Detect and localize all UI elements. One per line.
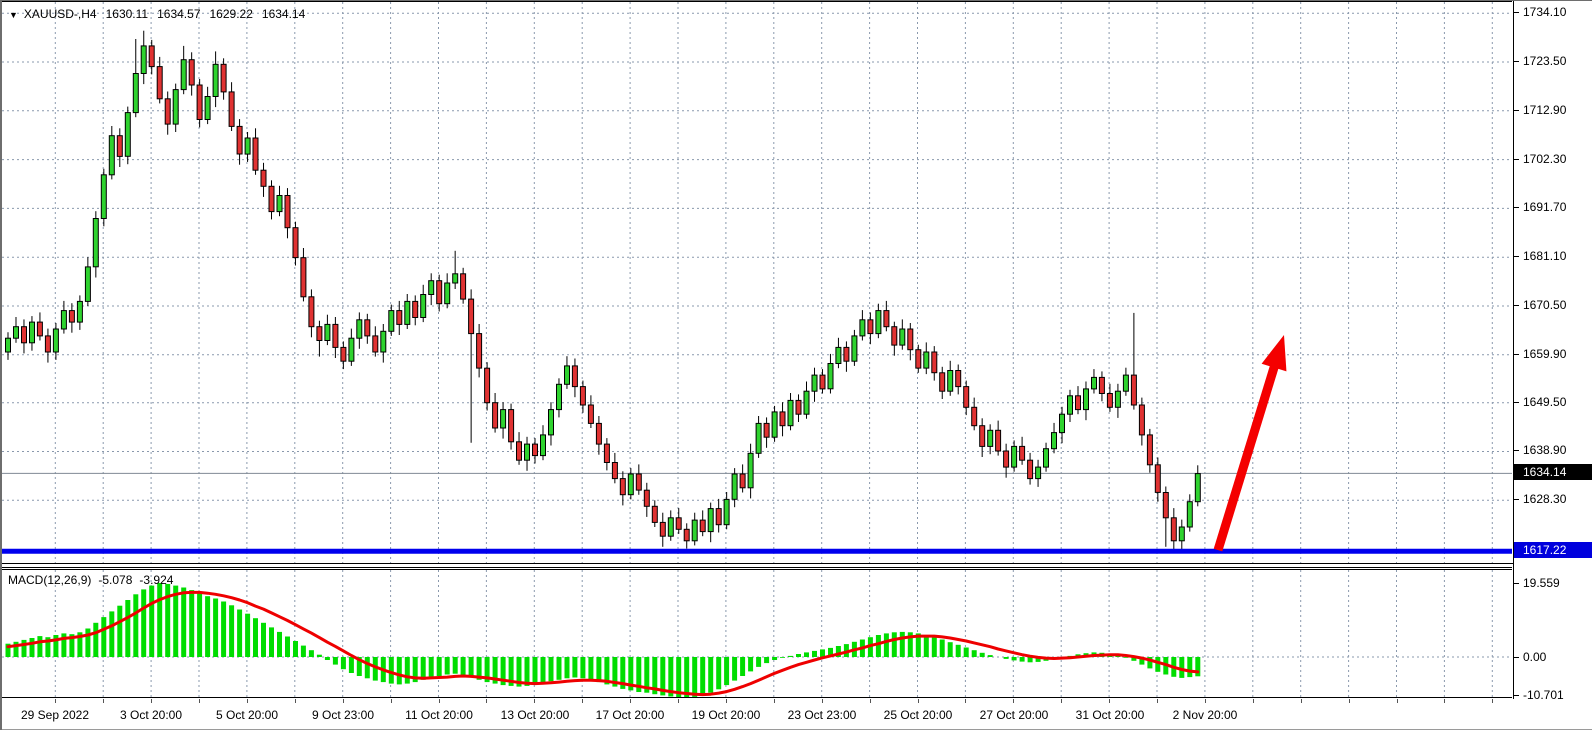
axis-tick-mark <box>1514 256 1519 257</box>
time-axis-label: 17 Oct 20:00 <box>596 708 665 722</box>
time-tick-mark <box>726 699 727 703</box>
price-axis-label: 1734.10 <box>1523 5 1566 19</box>
axis-tick-mark <box>1514 61 1519 62</box>
time-axis-label: 25 Oct 20:00 <box>884 708 953 722</box>
time-axis-label: 11 Oct 20:00 <box>405 708 473 722</box>
macd-signal-line <box>8 592 1198 694</box>
ohlc-high-value: 1634.57 <box>157 7 200 21</box>
time-tick-mark <box>247 699 248 703</box>
candlestick-chart-canvas[interactable] <box>2 2 1512 564</box>
time-axis-label: 13 Oct 20:00 <box>501 708 570 722</box>
current-price-badge: 1634.14 <box>1514 464 1592 480</box>
time-tick-mark <box>391 699 392 703</box>
ohlc-open-value: 1630.11 <box>106 7 149 21</box>
axis-tick-mark <box>1514 583 1519 584</box>
axis-tick-mark <box>1514 12 1519 13</box>
time-tick-mark <box>1349 699 1350 703</box>
time-tick-mark <box>678 699 679 703</box>
price-axis-label: 1670.50 <box>1523 298 1566 312</box>
time-tick-mark <box>439 699 440 703</box>
trend-arrow[interactable] <box>1218 335 1286 550</box>
axis-tick-mark <box>1514 695 1519 696</box>
price-axis-label: 1628.30 <box>1523 492 1566 506</box>
time-tick-mark <box>870 699 871 703</box>
time-axis-label: 2 Nov 20:00 <box>1173 708 1238 722</box>
time-tick-mark <box>965 699 966 703</box>
time-tick-mark <box>1301 699 1302 703</box>
time-tick-mark <box>1492 699 1493 703</box>
time-tick-mark <box>582 699 583 703</box>
time-tick-mark <box>343 699 344 703</box>
time-axis-label: 31 Oct 20:00 <box>1076 708 1145 722</box>
axis-tick-mark <box>1514 207 1519 208</box>
main-chart-pane[interactable]: ▼ XAUUSD-,H4 1630.11 1634.57 1629.22 1634.14 <box>2 1 1512 563</box>
time-tick-mark <box>295 699 296 703</box>
macd-axis-label: 19.559 <box>1523 576 1560 590</box>
price-axis-label: 1702.30 <box>1523 152 1566 166</box>
macd-signal-value: -3.924 <box>139 573 173 587</box>
time-axis-label: 23 Oct 23:00 <box>788 708 857 722</box>
axis-tick-mark <box>1514 657 1519 658</box>
price-axis-label: 1681.10 <box>1523 249 1566 263</box>
ohlc-close-value: 1634.14 <box>262 7 305 21</box>
chart-header: ▼ XAUUSD-,H4 1630.11 1634.57 1629.22 1634.14 <box>9 7 314 21</box>
time-tick-mark <box>630 699 631 703</box>
symbol-timeframe-label[interactable]: XAUUSD-,H4 <box>24 7 97 21</box>
macd-value: -5.078 <box>98 573 132 587</box>
time-axis-label: 27 Oct 20:00 <box>980 708 1049 722</box>
candles-layer[interactable] <box>6 31 1201 551</box>
time-tick-mark <box>1253 699 1254 703</box>
macd-name: MACD(12,26,9) <box>8 573 91 587</box>
symbol-dropdown-icon[interactable]: ▼ <box>9 10 18 20</box>
price-axis-label: 1691.70 <box>1523 200 1566 214</box>
time-axis-label: 9 Oct 23:00 <box>312 708 374 722</box>
time-tick-mark <box>918 699 919 703</box>
axis-tick-mark <box>1514 159 1519 160</box>
axis-tick-mark <box>1514 305 1519 306</box>
time-tick-mark <box>534 699 535 703</box>
time-tick-mark <box>774 699 775 703</box>
macd-label: MACD(12,26,9) -5.078 -3.924 <box>8 573 180 587</box>
time-tick-mark <box>1013 699 1014 703</box>
time-tick-mark <box>822 699 823 703</box>
axis-tick-mark <box>1514 450 1519 451</box>
price-axis[interactable]: 1734.10 1723.50 1712.90 1702.30 1691.70 1681.… <box>1513 1 1592 699</box>
axis-tick-mark <box>1514 110 1519 111</box>
ohlc-low-value: 1629.22 <box>210 7 253 21</box>
time-axis-label: 19 Oct 20:00 <box>692 708 761 722</box>
macd-chart-canvas[interactable] <box>2 570 1512 697</box>
time-tick-mark <box>1205 699 1206 703</box>
time-tick-mark <box>1109 699 1110 703</box>
price-axis-label: 1659.90 <box>1523 347 1566 361</box>
chart-window: ▼XAUUSD-,H41630.111634.571629.221634.14 … <box>0 0 1592 730</box>
time-axis-label: 3 Oct 20:00 <box>120 708 182 722</box>
time-tick-mark <box>151 699 152 703</box>
price-axis-label: 1649.50 <box>1523 395 1566 409</box>
time-tick-mark <box>199 699 200 703</box>
grid-layer <box>2 2 1512 564</box>
macd-indicator-pane[interactable]: MACD(12,26,9) -5.078 -3.924 <box>2 567 1512 698</box>
time-tick-mark <box>55 699 56 703</box>
time-tick-mark <box>103 699 104 703</box>
price-axis-label: 1712.90 <box>1523 103 1566 117</box>
axis-tick-mark <box>1514 402 1519 403</box>
macd-axis-label: 0.00 <box>1523 650 1546 664</box>
time-tick-mark <box>1444 699 1445 703</box>
price-axis-label: 1723.50 <box>1523 54 1566 68</box>
time-tick-mark <box>1061 699 1062 703</box>
time-tick-mark <box>1397 699 1398 703</box>
price-axis-label: 1638.90 <box>1523 443 1566 457</box>
time-axis-label: 29 Sep 2022 <box>21 708 89 722</box>
time-tick-mark <box>486 699 487 703</box>
macd-grid-layer <box>2 570 1512 697</box>
time-axis[interactable]: 29 Sep 2022 3 Oct 20:00 5 Oct 20:00 9 Oct 2… <box>2 699 1592 730</box>
axis-tick-mark <box>1514 499 1519 500</box>
axis-tick-mark <box>1514 354 1519 355</box>
time-axis-label: 5 Oct 20:00 <box>216 708 278 722</box>
time-tick-mark <box>1157 699 1158 703</box>
support-price-badge: 1617.22 <box>1514 542 1592 558</box>
